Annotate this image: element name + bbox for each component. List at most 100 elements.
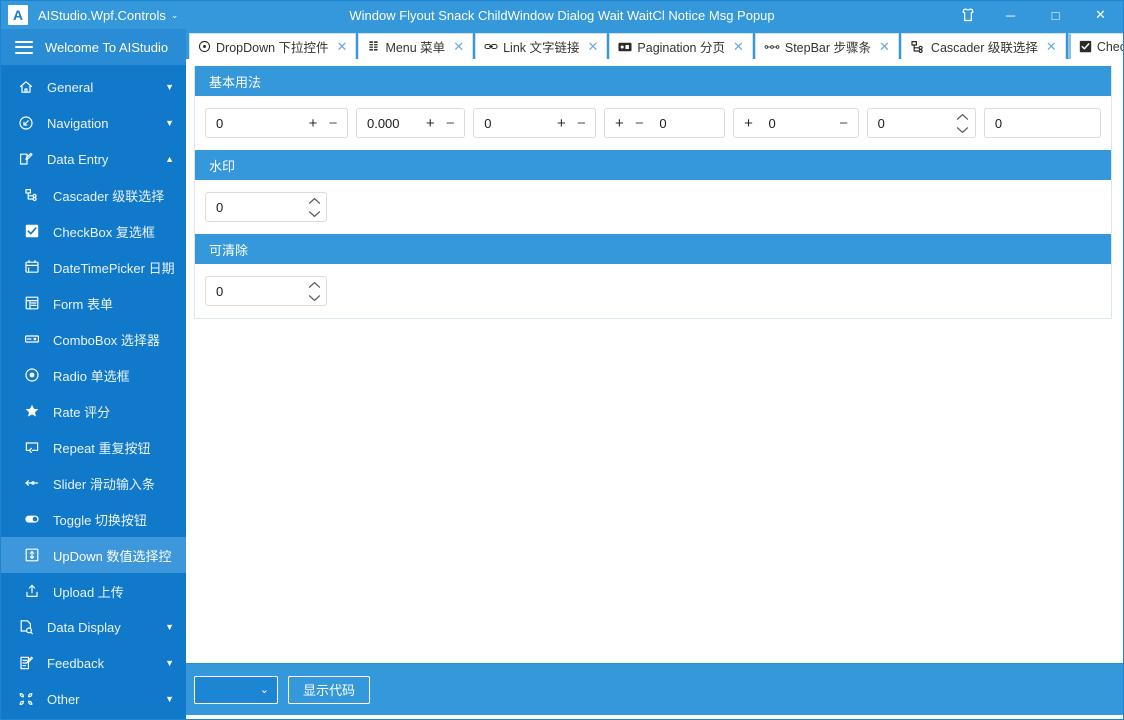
spinner-chevrons-value[interactable]: 0: [868, 116, 951, 131]
spinner-decimal-right[interactable]: 0.000 + −: [355, 108, 466, 138]
sidebar-item-upload[interactable]: Upload 上传: [1, 573, 186, 609]
spinner-clearable-spinner-buttons[interactable]: [302, 277, 326, 305]
spinner-split[interactable]: +0−: [733, 108, 859, 138]
sidebar-item-checkbox[interactable]: CheckBox 复选框: [1, 213, 186, 249]
spinner-wide-right-increment-button[interactable]: +: [551, 109, 571, 137]
sidebar-item-label: Cascader 级联选择: [53, 188, 165, 204]
spinner-split-decrement-button[interactable]: −: [834, 109, 854, 137]
sidebar-item-rate[interactable]: Rate 评分: [1, 393, 186, 429]
spinner-no-buttons-value[interactable]: 0: [985, 116, 1100, 131]
tab-label: DropDown 下拉控件: [216, 41, 329, 55]
sidebar-item-form[interactable]: Form 表单: [1, 285, 186, 321]
spinner-plus-minus-left[interactable]: + −0: [604, 108, 726, 138]
maximize-button[interactable]: □: [1033, 1, 1078, 29]
tab-menu[interactable]: Menu 菜单 ✕: [358, 33, 474, 59]
spinner-wide-right[interactable]: 0 + −: [473, 108, 597, 138]
spinner-chevrons[interactable]: 0: [866, 108, 976, 138]
section-body: 0 + −0.000 + −0 + − + −0 +0−0 0: [195, 96, 1111, 150]
chevron-down-icon: ▼: [165, 622, 174, 632]
tab-label: Pagination 分页: [637, 41, 725, 55]
spinner-decimal-right-decrement-button[interactable]: −: [440, 109, 460, 137]
spinner-watermark[interactable]: 0: [205, 192, 327, 222]
sidebar-item-label: Data Entry: [47, 151, 109, 167]
sidebar-item-combobox[interactable]: ComboBox 选择器: [1, 321, 186, 357]
spinner-wide-right-value[interactable]: 0: [474, 116, 551, 131]
tab-cascader[interactable]: Cascader 级联选择 ✕: [900, 33, 1066, 59]
tab-close-icon[interactable]: ✕: [337, 39, 348, 55]
spinner-watermark-decrement-chevron-down-icon[interactable]: [308, 210, 321, 218]
sidebar-item-data[interactable]: Data Entry ▲: [1, 141, 186, 177]
spinner-chevrons-increment-chevron-up-icon[interactable]: [956, 113, 969, 121]
tab-dropdown[interactable]: DropDown 下拉控件 ✕: [189, 33, 357, 59]
spinner-plus-minus-left-value[interactable]: 0: [649, 116, 724, 131]
spinner-clearable[interactable]: 0: [205, 276, 327, 306]
spinner-no-buttons[interactable]: 0: [983, 108, 1101, 138]
spinner-plus-minus-left-increment-button[interactable]: +: [609, 109, 629, 137]
spinner-clearable-decrement-chevron-down-icon[interactable]: [308, 294, 321, 302]
sidebar-item-label: Upload 上传: [53, 584, 124, 600]
tab-checki[interactable]: CheckI⌄: [1067, 33, 1123, 59]
spinner-split-value[interactable]: 0: [758, 116, 833, 131]
spinner-watermark-increment-chevron-up-icon[interactable]: [308, 197, 321, 205]
sidebar-item-cascader[interactable]: Cascader 级联选择: [1, 177, 186, 213]
tab-close-icon[interactable]: ✕: [733, 39, 744, 55]
sidebar-item-label: Other: [47, 691, 80, 707]
sidebar-item-data[interactable]: Data Display ▼: [1, 609, 186, 645]
spinner-clearable-increment-chevron-up-icon[interactable]: [308, 281, 321, 289]
spinner-decimal-right-value[interactable]: 0.000: [357, 116, 420, 131]
tab-label: StepBar 步骤条: [784, 41, 872, 55]
shirt-icon[interactable]: [948, 1, 988, 29]
sidebar-item-navigation[interactable]: Navigation ▼: [1, 105, 186, 141]
spinner-plain-right[interactable]: 0 + −: [205, 108, 348, 138]
spinner-watermark-value[interactable]: 0: [206, 200, 302, 215]
spinner-split-increment-button[interactable]: +: [738, 109, 758, 137]
tab-close-icon[interactable]: ✕: [588, 39, 599, 55]
tab-close-icon[interactable]: ✕: [879, 39, 890, 55]
status-strip: [186, 715, 1123, 719]
sidebar-header[interactable]: Welcome To AIStudio: [1, 29, 186, 65]
spinner-chevrons-decrement-chevron-down-icon[interactable]: [956, 126, 969, 134]
section-header: 基本用法: [195, 66, 1111, 96]
spinner-plain-right-value[interactable]: 0: [206, 116, 303, 131]
sidebar-header-label: Welcome To AIStudio: [45, 39, 169, 55]
sidebar-item-other[interactable]: Other ▼: [1, 681, 186, 717]
spinner-watermark-spinner-buttons[interactable]: [302, 193, 326, 221]
sidebar-item-slider[interactable]: Slider 滑动输入条: [1, 465, 186, 501]
sidebar-item-radio[interactable]: Radio 单选框: [1, 357, 186, 393]
theme-select[interactable]: ⌄: [194, 675, 278, 704]
sidebar-item-general[interactable]: General ▼: [1, 69, 186, 105]
sidebar-item-label: Form 表单: [53, 296, 113, 312]
home-icon: [13, 79, 39, 95]
spinner-decimal-right-increment-button[interactable]: +: [420, 109, 440, 137]
tab-label: CheckI: [1096, 39, 1123, 54]
section-body: 0: [195, 264, 1111, 318]
sidebar-item-feedback[interactable]: Feedback ▼: [1, 645, 186, 681]
chevron-up-icon: ▲: [165, 154, 174, 164]
spinner-clearable-value[interactable]: 0: [206, 284, 302, 299]
spinner-plus-minus-left-decrement-button[interactable]: −: [629, 109, 649, 137]
sidebar-nav-list: General ▼ Navigation ▼ Data Entry ▲ Cascader 级…: [1, 65, 186, 719]
tab-link[interactable]: Link 文字链接 ✕: [475, 33, 608, 59]
show-code-button[interactable]: 显示代码: [288, 675, 371, 704]
tab-stepbar[interactable]: StepBar 步骤条 ✕: [754, 33, 899, 59]
chevron-down-icon: ⌄: [259, 684, 269, 696]
spinner-plain-right-increment-button[interactable]: +: [303, 109, 323, 137]
hamburger-icon[interactable]: [15, 40, 33, 54]
edit-icon: [13, 151, 39, 167]
sidebar-item-toggle[interactable]: Toggle 切换按钮: [1, 501, 186, 537]
spinner-plain-right-decrement-button[interactable]: −: [323, 109, 343, 137]
app-name-menu[interactable]: AIStudio.Wpf.Controls ⌄: [38, 8, 178, 23]
close-button[interactable]: ✕: [1078, 1, 1123, 29]
sidebar-item-datetimepicker[interactable]: DateTimePicker 日期: [1, 249, 186, 285]
tab-close-icon[interactable]: ✕: [1046, 39, 1057, 55]
tab-pagination[interactable]: Pagination 分页 ✕: [609, 33, 753, 59]
spinner-chevrons-spinner-buttons[interactable]: [951, 109, 975, 137]
tab-label: Cascader 级联选择: [930, 41, 1038, 55]
sidebar-item-updown[interactable]: UpDown 数值选择控: [1, 537, 186, 573]
minimize-button[interactable]: ─: [988, 1, 1033, 29]
cascader-icon: [19, 187, 45, 203]
sidebar-item-repeat[interactable]: Repeat 重复按钮: [1, 429, 186, 465]
chevron-down-icon: ▼: [165, 658, 174, 668]
spinner-wide-right-decrement-button[interactable]: −: [571, 109, 591, 137]
tab-close-icon[interactable]: ✕: [453, 39, 464, 55]
